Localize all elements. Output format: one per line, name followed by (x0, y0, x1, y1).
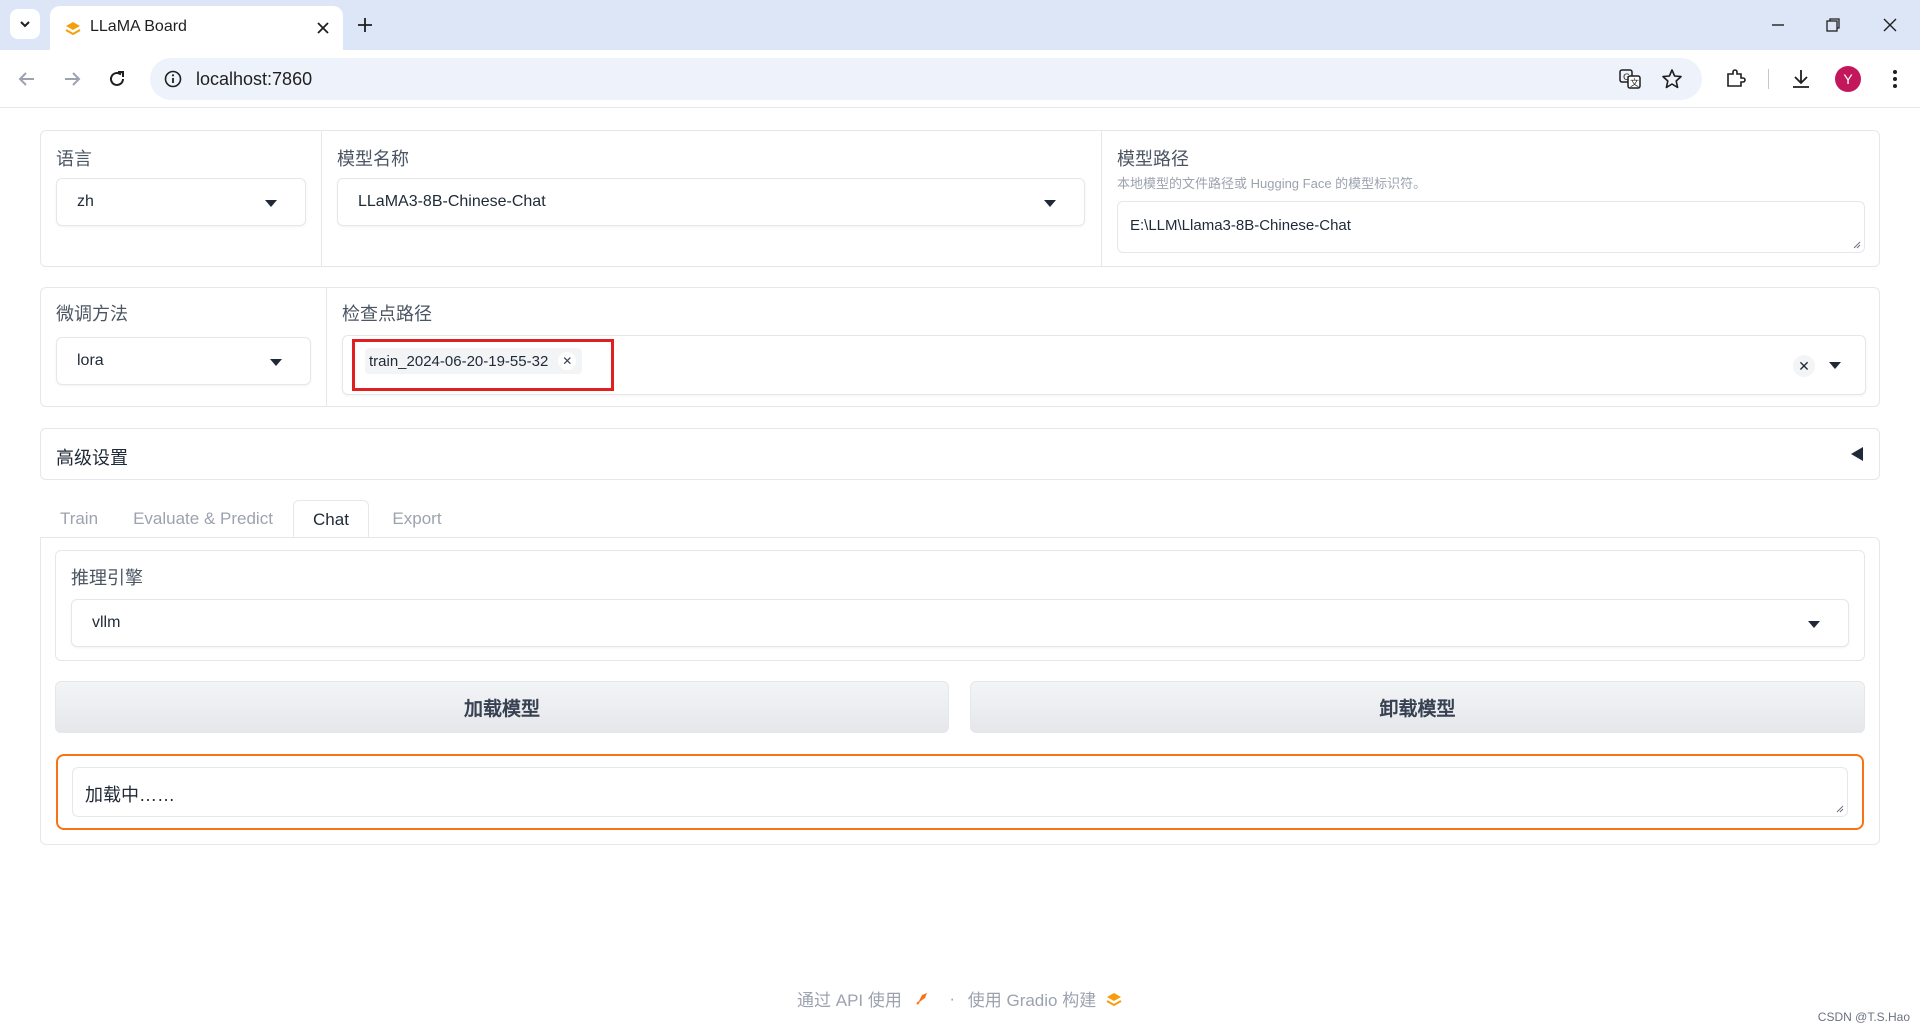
llama-favicon-icon (65, 22, 81, 36)
reload-icon[interactable] (102, 64, 132, 94)
model-path-input[interactable]: E:\LLM\Llama3-8B-Chinese-Chat (1117, 201, 1865, 253)
status-output-box: 加载中…… (56, 754, 1864, 830)
model-path-value: E:\LLM\Llama3-8B-Chinese-Chat (1130, 217, 1351, 234)
finetune-method-value: lora (77, 352, 104, 369)
language-select[interactable]: zh (56, 178, 306, 226)
chevron-down-icon (20, 21, 30, 28)
inference-engine-value: vllm (92, 614, 121, 631)
tab-search-button[interactable] (10, 9, 40, 39)
model-path-label: 模型路径 (1117, 149, 1189, 169)
model-settings-row: 语言 zh 模型名称 LLaMA3-8B-Chinese-Chat 模型路径 本… (40, 130, 1880, 267)
browser-toolbar: localhost:7860 G文 (0, 50, 1920, 108)
dropdown-caret-icon (270, 359, 282, 366)
language-field: 语言 zh (41, 131, 321, 266)
dropdown-caret-icon (265, 200, 277, 207)
browser-tab-bar: LLaMA Board (0, 0, 1920, 50)
tab-export[interactable]: Export (383, 500, 451, 538)
resize-grip-icon[interactable] (1851, 239, 1861, 249)
model-name-field: 模型名称 LLaMA3-8B-Chinese-Chat (321, 131, 1101, 266)
model-path-info: 本地模型的文件路径或 Hugging Face 的模型标识符。 (1117, 176, 1427, 191)
tab-chat[interactable]: Chat (293, 500, 369, 538)
rocket-icon (915, 992, 927, 1005)
profile-avatar[interactable]: Y (1835, 66, 1861, 92)
dropdown-caret-icon[interactable] (1829, 362, 1841, 369)
bookmark-star-icon[interactable] (1660, 67, 1684, 91)
restore-icon[interactable] (1820, 12, 1846, 38)
unload-model-button[interactable]: 卸载模型 (970, 681, 1865, 733)
csdn-watermark: CSDN @T.S.Hao (1817, 1010, 1910, 1024)
built-with-gradio-link[interactable]: 使用 Gradio 构建 (968, 991, 1096, 1010)
inference-engine-select[interactable]: vllm (71, 599, 1849, 647)
resize-grip-icon[interactable] (1834, 803, 1844, 813)
tab-train[interactable]: Train (40, 500, 118, 538)
close-tab-icon[interactable] (313, 18, 333, 38)
collapse-triangle-icon[interactable] (1851, 447, 1863, 461)
inference-engine-label: 推理引擎 (71, 568, 143, 588)
minimize-icon[interactable] (1765, 12, 1791, 38)
browser-tab-active[interactable]: LLaMA Board (50, 6, 343, 50)
use-api-link[interactable]: 通过 API 使用 (797, 991, 902, 1010)
language-label: 语言 (56, 149, 92, 169)
advanced-settings-label: 高级设置 (56, 448, 128, 468)
footer-separator: · (949, 988, 956, 1008)
finetune-method-field: 微调方法 lora (41, 288, 326, 406)
model-name-label: 模型名称 (337, 149, 409, 169)
dropdown-caret-icon (1808, 621, 1820, 628)
clear-all-icon[interactable]: ✕ (1793, 355, 1815, 377)
status-textarea[interactable]: 加载中…… (72, 767, 1848, 817)
new-tab-plus-icon[interactable] (352, 12, 378, 38)
finetune-method-label: 微调方法 (56, 304, 128, 324)
model-path-field: 模型路径 本地模型的文件路径或 Hugging Face 的模型标识符。 E:\… (1101, 131, 1879, 266)
gradio-logo-icon (1106, 992, 1122, 1006)
browser-tab-title: LLaMA Board (90, 18, 187, 35)
tab-evaluate-predict[interactable]: Evaluate & Predict (128, 500, 278, 538)
gradio-footer: 通过 API 使用 · 使用 Gradio 构建 (0, 986, 1920, 1011)
site-info-icon[interactable] (162, 68, 184, 90)
dropdown-caret-icon (1044, 200, 1056, 207)
finetune-method-select[interactable]: lora (56, 337, 311, 385)
close-window-icon[interactable] (1877, 12, 1903, 38)
load-model-button[interactable]: 加载模型 (55, 681, 949, 733)
url-text[interactable]: localhost:7860 (196, 69, 312, 90)
main-tabs: Train Evaluate & Predict Chat Export (40, 500, 1880, 538)
svg-text:文: 文 (1630, 77, 1639, 89)
advanced-settings-accordion[interactable]: 高级设置 (40, 428, 1880, 480)
download-icon[interactable] (1786, 64, 1816, 94)
finetune-row: 微调方法 lora 检查点路径 train_2024-06-20-19-55-3… (40, 287, 1880, 407)
browser-menu-icon[interactable] (1880, 64, 1910, 94)
address-bar[interactable]: localhost:7860 G文 (150, 58, 1702, 100)
extensions-puzzle-icon[interactable] (1720, 64, 1750, 94)
red-highlight-annotation (352, 339, 614, 391)
language-value: zh (77, 193, 94, 210)
toolbar-separator (1768, 69, 1769, 89)
model-name-select[interactable]: LLaMA3-8B-Chinese-Chat (337, 178, 1085, 226)
forward-arrow-icon[interactable] (57, 64, 87, 94)
translate-icon[interactable]: G文 (1618, 67, 1642, 91)
status-text: 加载中…… (85, 785, 175, 805)
checkpoint-label: 检查点路径 (342, 304, 432, 324)
inference-engine-field: 推理引擎 vllm (55, 550, 1865, 661)
model-name-value: LLaMA3-8B-Chinese-Chat (358, 193, 546, 210)
back-arrow-icon[interactable] (12, 64, 42, 94)
